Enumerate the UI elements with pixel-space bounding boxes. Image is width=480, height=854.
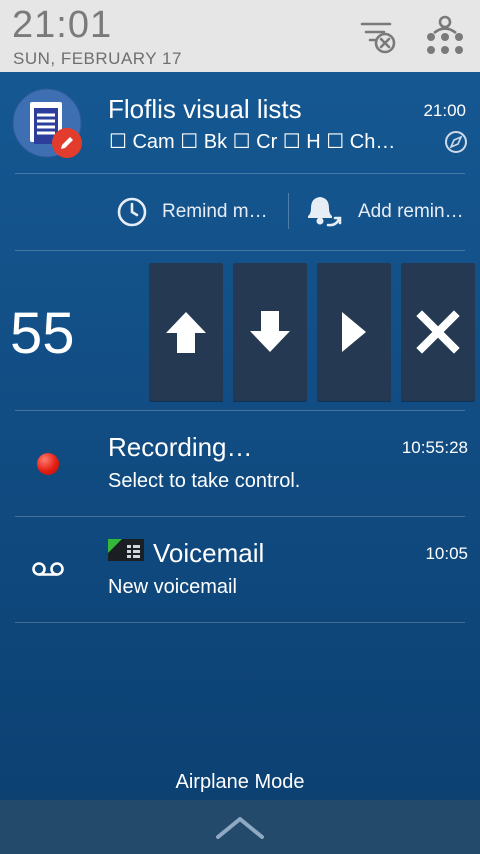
play-button[interactable]	[317, 263, 391, 401]
voicemail-title[interactable]: Voicemail	[153, 538, 264, 569]
record-icon	[37, 453, 59, 475]
chevron-up-icon[interactable]	[214, 815, 266, 841]
clock-date: SUN, FEBRUARY 17	[13, 49, 182, 68]
divider	[15, 173, 465, 174]
action-divider	[288, 193, 289, 229]
airplane-mode-label: Airplane Mode	[175, 771, 305, 793]
bell-snooze-icon	[308, 197, 342, 227]
recording-title[interactable]: Recording…	[108, 432, 253, 463]
divider	[15, 410, 465, 411]
dismiss-button[interactable]	[401, 263, 475, 401]
status-header: 21:01 SUN, FEBRUARY 17	[0, 0, 480, 72]
remind-me-button[interactable]: Remind m…	[116, 190, 280, 234]
compass-icon	[445, 131, 467, 153]
arrow-down-icon	[250, 311, 290, 352]
recording-time: 10:55:28	[401, 438, 468, 457]
quick-settings-icon[interactable]	[422, 14, 466, 58]
voicemail-icon	[32, 562, 64, 576]
decrement-button[interactable]	[233, 263, 307, 401]
document-edit-icon	[12, 88, 82, 158]
floflis-subtitle[interactable]: ☐ Cam ☐ Bk ☐ Cr ☐ H ☐ Ch…	[109, 129, 429, 154]
floflis-title[interactable]: Floflis visual lists	[108, 94, 302, 125]
counter-value: 55	[10, 301, 75, 366]
divider	[15, 516, 465, 517]
clear-notifications-icon[interactable]	[356, 14, 400, 58]
play-icon	[342, 312, 366, 352]
arrow-up-icon	[166, 312, 206, 353]
add-reminder-label: Add remin…	[358, 201, 464, 222]
add-reminder-button[interactable]: Add remin…	[302, 190, 474, 234]
close-icon	[416, 310, 460, 354]
clock-icon	[117, 197, 147, 227]
divider	[15, 622, 465, 623]
recording-subtitle[interactable]: Select to take control.	[108, 470, 300, 493]
remind-me-label: Remind m…	[162, 201, 268, 222]
floflis-time: 21:00	[423, 101, 466, 120]
voicemail-subtitle[interactable]: New voicemail	[108, 576, 237, 599]
clock-time: 21:01	[12, 4, 113, 46]
increment-button[interactable]	[149, 263, 223, 401]
divider	[15, 250, 465, 251]
voicemail-time: 10:05	[425, 544, 468, 563]
voicemail-app-icon	[108, 539, 144, 561]
